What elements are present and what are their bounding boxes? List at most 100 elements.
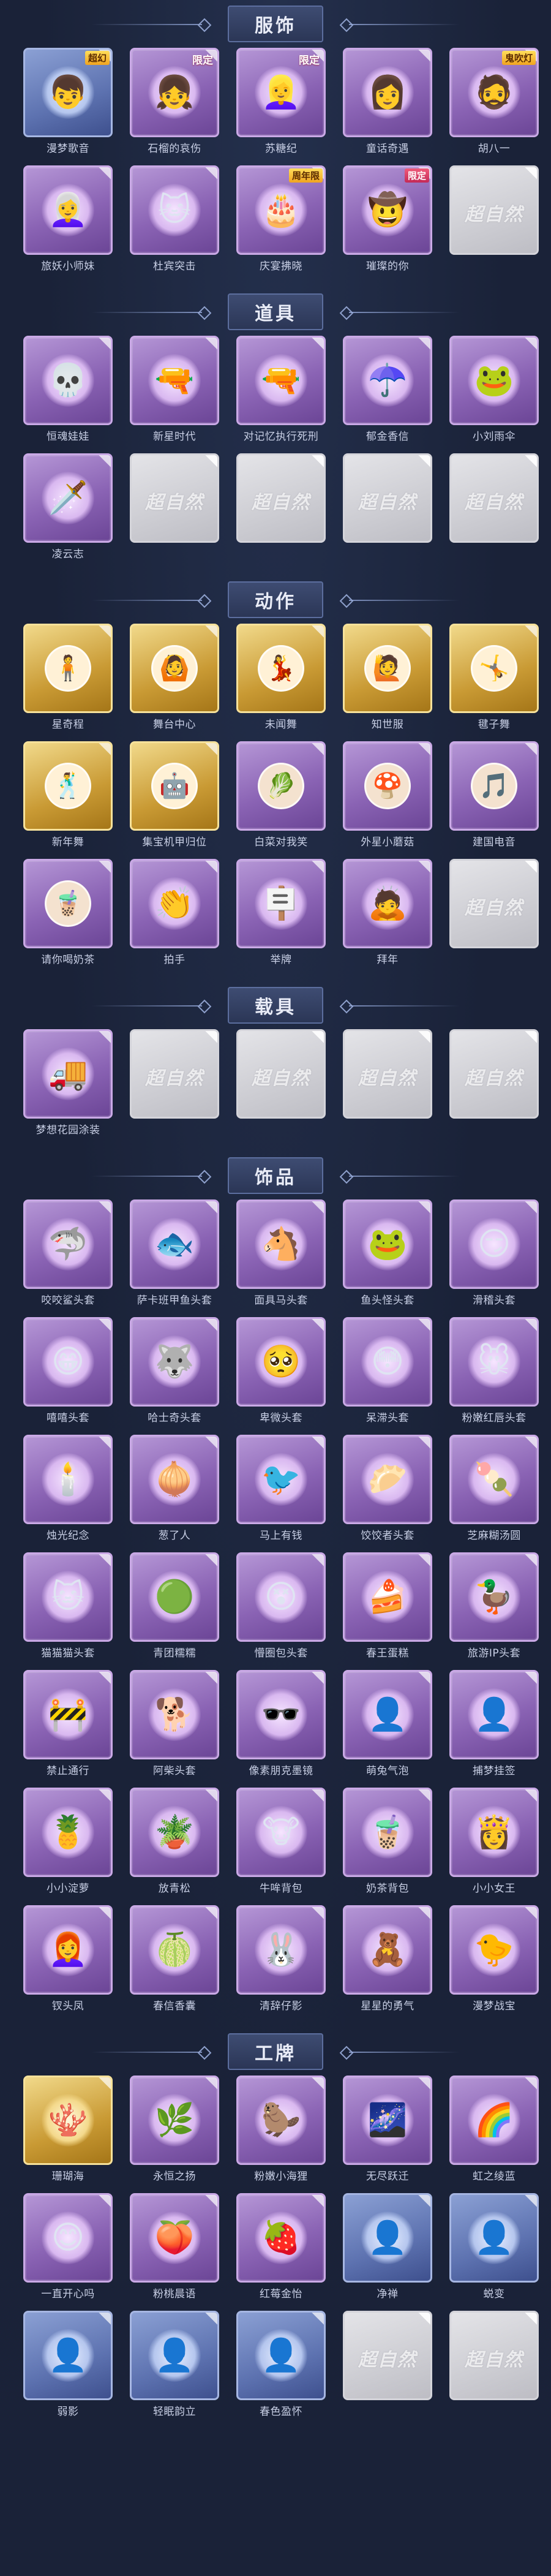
- item-cell[interactable]: 😏 滑稽头套: [446, 1199, 542, 1313]
- item-card[interactable]: 🧔 鬼吹灯: [449, 48, 539, 137]
- item-card[interactable]: 😏: [449, 1199, 539, 1289]
- item-cell[interactable]: 🪴 放青松: [126, 1788, 223, 1902]
- item-card[interactable]: 🤸: [449, 624, 539, 713]
- item-card[interactable]: 👤: [130, 2311, 219, 2400]
- item-card[interactable]: 🧅: [130, 1435, 219, 1524]
- item-card[interactable]: 🕯️: [23, 1435, 113, 1524]
- item-cell[interactable]: 超自然: [126, 1029, 223, 1143]
- item-cell[interactable]: 🚧 禁止通行: [20, 1670, 116, 1784]
- item-cell[interactable]: 🐸 鱼头怪头套: [339, 1199, 436, 1313]
- item-card[interactable]: 超自然: [449, 453, 539, 543]
- item-cell[interactable]: 🕺 新年舞: [20, 741, 116, 855]
- item-card[interactable]: 😁: [23, 1317, 113, 1407]
- item-card[interactable]: 🕺: [23, 741, 113, 831]
- item-cell[interactable]: 🌿 永恒之扬: [126, 2076, 223, 2189]
- item-cell[interactable]: 🗡️ 凌云志: [20, 453, 116, 567]
- item-cell[interactable]: 🙆 舞台中心: [126, 624, 223, 738]
- item-card[interactable]: 超自然: [449, 1029, 539, 1119]
- item-cell[interactable]: 🍓 红莓金怡: [233, 2193, 329, 2307]
- item-card[interactable]: 😳: [343, 1317, 432, 1407]
- item-cell[interactable]: 超自然: [446, 165, 542, 279]
- item-card[interactable]: 🌿: [130, 2076, 219, 2165]
- item-card[interactable]: ☂️: [343, 336, 432, 425]
- item-card[interactable]: 👤: [449, 1670, 539, 1759]
- item-cell[interactable]: 🐺 哈士奇头套: [126, 1317, 223, 1431]
- item-cell[interactable]: 🍑 粉桃晨语: [126, 2193, 223, 2307]
- item-cell[interactable]: 超自然: [446, 2311, 542, 2425]
- item-card[interactable]: 🧍: [23, 624, 113, 713]
- item-card[interactable]: 超自然: [236, 1029, 326, 1119]
- item-cell[interactable]: 🔫 新星时代: [126, 336, 223, 450]
- item-cell[interactable]: 🚚 梦想花园涂装: [20, 1029, 116, 1143]
- item-cell[interactable]: 🙇 拜年: [339, 859, 436, 973]
- item-card[interactable]: 🐟: [130, 1199, 219, 1289]
- item-cell[interactable]: 🧸 星星的勇气: [339, 1905, 436, 2019]
- item-card[interactable]: 👤: [236, 2311, 326, 2400]
- item-cell[interactable]: 👤 净禅: [339, 2193, 436, 2307]
- item-card[interactable]: 🍡: [449, 1435, 539, 1524]
- item-card[interactable]: 🌌: [343, 2076, 432, 2165]
- item-cell[interactable]: 🕶️ 像素朋克墨镜: [233, 1670, 329, 1784]
- item-card[interactable]: 😊: [23, 2193, 113, 2283]
- item-card[interactable]: 🎵: [449, 741, 539, 831]
- item-card[interactable]: 🦈: [23, 1199, 113, 1289]
- item-card[interactable]: 🦫: [236, 2076, 326, 2165]
- item-cell[interactable]: 👏 拍手: [126, 859, 223, 973]
- item-card[interactable]: 🧋: [23, 859, 113, 948]
- item-cell[interactable]: 🐮 牛哞背包: [233, 1788, 329, 1902]
- item-cell[interactable]: 👧 限定 石榴的哀伤: [126, 48, 223, 162]
- item-cell[interactable]: 💃 未闻舞: [233, 624, 329, 738]
- item-card[interactable]: 🌈: [449, 2076, 539, 2165]
- item-card[interactable]: 超自然: [449, 165, 539, 255]
- item-cell[interactable]: 🍡 芝麻糊汤圆: [446, 1435, 542, 1549]
- item-card[interactable]: 🐱: [23, 1552, 113, 1642]
- item-cell[interactable]: 🐦 马上有钱: [233, 1435, 329, 1549]
- item-cell[interactable]: 🌈 虹之绫蓝: [446, 2076, 542, 2189]
- item-cell[interactable]: 🍈 春信香囊: [126, 1905, 223, 2019]
- item-card[interactable]: 🕶️: [236, 1670, 326, 1759]
- item-cell[interactable]: ☂️ 郁金香信: [339, 336, 436, 450]
- item-cell[interactable]: 超自然: [233, 453, 329, 567]
- item-card[interactable]: 🧸: [343, 1905, 432, 1995]
- item-card[interactable]: 👤: [449, 2193, 539, 2283]
- item-card[interactable]: 👱‍♀️ 限定: [236, 48, 326, 137]
- item-card[interactable]: 🥬: [236, 741, 326, 831]
- item-card[interactable]: 😵: [236, 1552, 326, 1642]
- item-cell[interactable]: 😵 懵圈包头套: [233, 1552, 329, 1666]
- item-cell[interactable]: 超自然: [339, 2311, 436, 2425]
- item-cell[interactable]: 🧍 星奇程: [20, 624, 116, 738]
- item-card[interactable]: 超自然: [343, 2311, 432, 2400]
- item-card[interactable]: 👤: [343, 2193, 432, 2283]
- item-card[interactable]: 👩‍🦰: [23, 1905, 113, 1995]
- item-card[interactable]: 👤: [343, 1670, 432, 1759]
- item-cell[interactable]: 👤 捕梦挂签: [446, 1670, 542, 1784]
- item-card[interactable]: 🗡️: [23, 453, 113, 543]
- item-card[interactable]: 🍓: [236, 2193, 326, 2283]
- item-cell[interactable]: 🥟 饺饺者头套: [339, 1435, 436, 1549]
- item-cell[interactable]: 🐤 漫梦战宝: [446, 1905, 542, 2019]
- item-card[interactable]: 超自然: [236, 453, 326, 543]
- item-card[interactable]: 🍑: [130, 2193, 219, 2283]
- item-card[interactable]: 🎂 周年限: [236, 165, 326, 255]
- item-cell[interactable]: 🐱 猫猫猫头套: [20, 1552, 116, 1666]
- item-cell[interactable]: 🍍 小小淀萝: [20, 1788, 116, 1902]
- item-card[interactable]: 🥺: [236, 1317, 326, 1407]
- item-cell[interactable]: 💀 恒魂娃娃: [20, 336, 116, 450]
- item-cell[interactable]: 超自然: [233, 1029, 329, 1143]
- item-card[interactable]: 👩‍🦳: [23, 165, 113, 255]
- item-cell[interactable]: 🦈 咬咬鲨头套: [20, 1199, 116, 1313]
- item-card[interactable]: 🍄: [343, 741, 432, 831]
- item-cell[interactable]: 🎵 建国电音: [446, 741, 542, 855]
- item-cell[interactable]: 🤠 限定 璀璨的你: [339, 165, 436, 279]
- item-cell[interactable]: 🤖 集宝机甲归位: [126, 741, 223, 855]
- item-card[interactable]: 🚚: [23, 1029, 113, 1119]
- item-card[interactable]: 🤠 限定: [343, 165, 432, 255]
- item-card[interactable]: 🥟: [343, 1435, 432, 1524]
- item-card[interactable]: 🐰: [236, 1905, 326, 1995]
- item-cell[interactable]: 👦 超幻 漫梦歌音: [20, 48, 116, 162]
- item-card[interactable]: 🐤: [449, 1905, 539, 1995]
- item-cell[interactable]: 😊 一直开心吗: [20, 2193, 116, 2307]
- item-card[interactable]: 🚧: [23, 1670, 113, 1759]
- item-cell[interactable]: 👩‍🦳 旅妖小师妹: [20, 165, 116, 279]
- item-card[interactable]: 🐸: [343, 1199, 432, 1289]
